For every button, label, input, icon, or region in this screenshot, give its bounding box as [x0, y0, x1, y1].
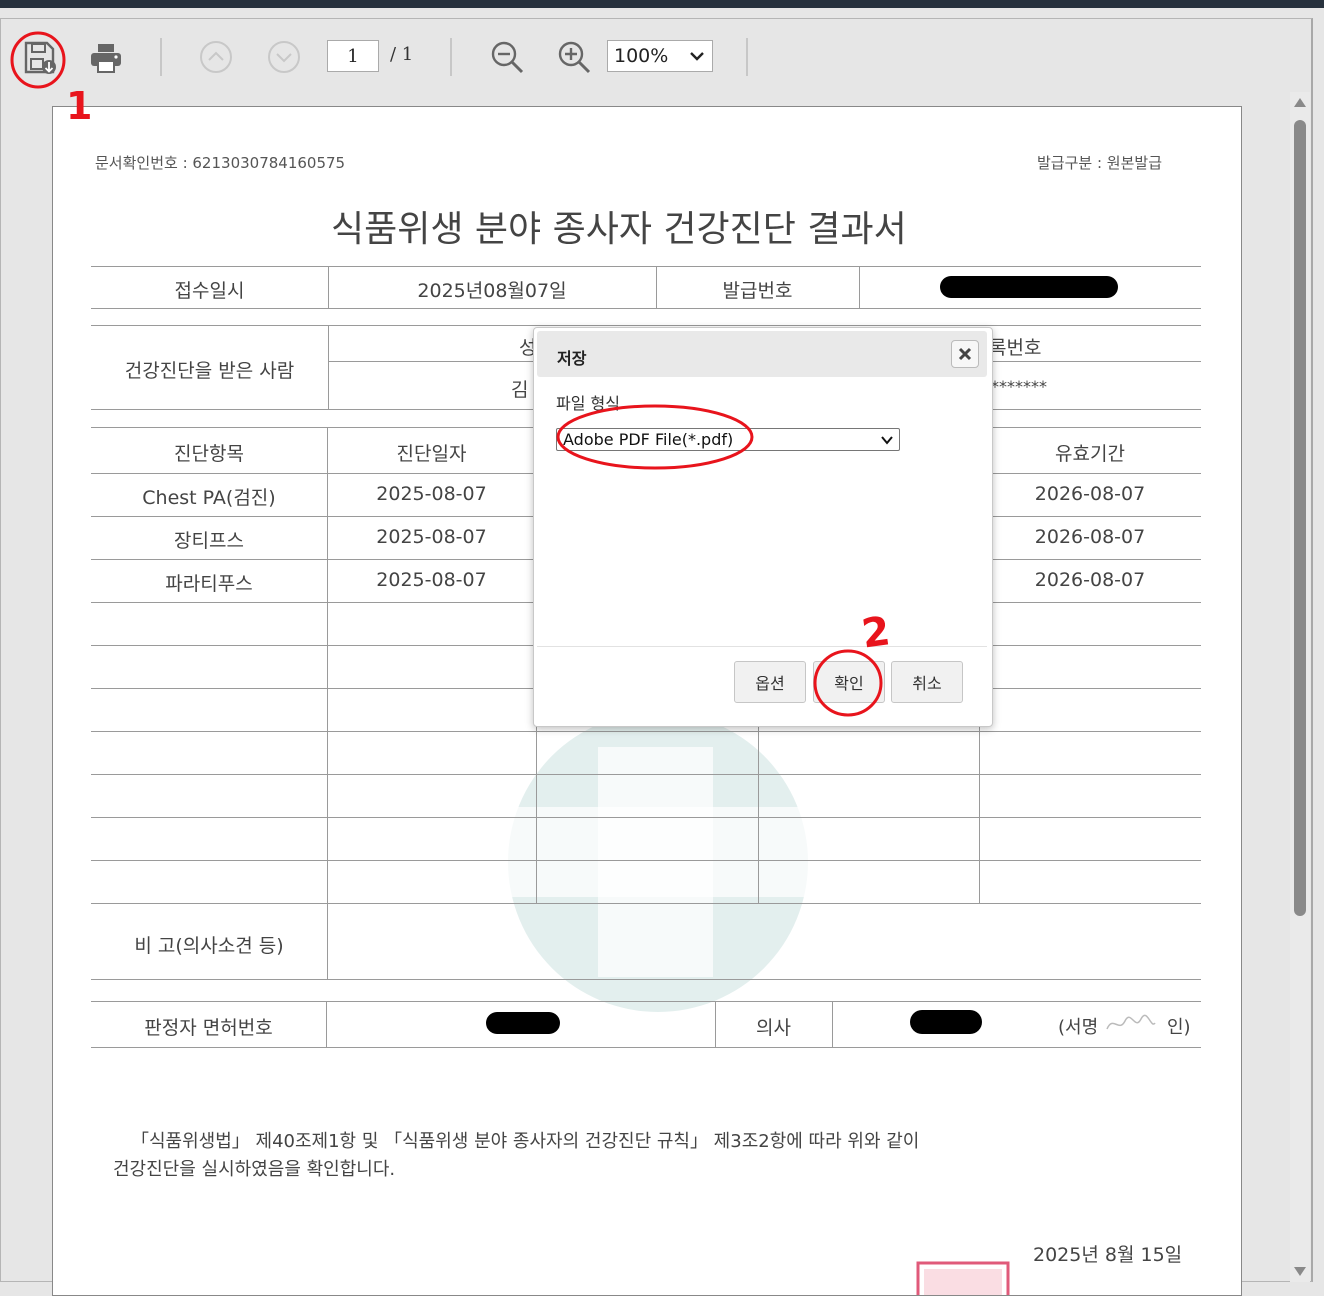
table-line [91, 903, 1201, 904]
scroll-thumb[interactable] [1294, 120, 1306, 916]
scroll-down-arrow-icon[interactable] [1293, 1266, 1307, 1278]
header-expiry: 유효기간 [1055, 443, 1125, 465]
scroll-up-arrow-icon[interactable] [1293, 96, 1307, 108]
table-line [91, 774, 1201, 775]
table-line [91, 860, 1201, 861]
toolbar-separator [450, 38, 452, 76]
table-line [91, 325, 1201, 326]
redaction-mark [940, 276, 1118, 298]
toolbar-separator [746, 38, 748, 76]
zoom-value: 100% [614, 45, 669, 67]
doctor-label: 의사 [756, 1017, 791, 1039]
license-label: 판정자 면허번호 [144, 1017, 273, 1039]
table-cell-expiry: 2026-08-07 [1034, 526, 1146, 548]
zoom-in-icon [558, 41, 591, 74]
table-cell-item: 장티프스 [174, 530, 244, 552]
table-cell-item: Chest PA(검진) [142, 487, 276, 509]
save-button[interactable] [20, 38, 60, 78]
redaction-mark [486, 1012, 560, 1034]
receipt-value: 2025년08월07일 [417, 280, 567, 302]
print-icon [91, 44, 121, 73]
page-number-input[interactable]: 1 [327, 40, 379, 72]
close-icon [958, 347, 972, 361]
statement-line-1: 「식품위생법」 제40조제1항 및 「식품위생 분야 종사자의 건강진단 규칙」… [131, 1131, 920, 1152]
table-cell-date: 2025-08-07 [376, 569, 487, 591]
document-confirm-number: 문서확인번호 : 6213030784160575 [95, 154, 346, 172]
table-line [328, 325, 329, 410]
chevron-down-icon [881, 436, 893, 445]
prev-page-button[interactable] [197, 38, 235, 76]
viewer-toolbar: 1 / 1 100% [2, 20, 1311, 90]
table-cell-date: 2025-08-07 [376, 483, 487, 505]
page-total: / 1 [390, 44, 414, 65]
options-button[interactable]: 옵션 [734, 661, 806, 703]
table-cell-expiry: 2026-08-07 [1034, 483, 1146, 505]
header-item: 진단항목 [174, 443, 244, 465]
remarks-label: 비 고(의사소견 등) [134, 935, 284, 957]
window-top-band [0, 0, 1324, 8]
dialog-title: 저장 [557, 349, 587, 368]
print-button[interactable] [86, 38, 126, 78]
redaction-mark [910, 1010, 982, 1034]
zoom-in-button[interactable] [554, 37, 594, 77]
resident-number-value: ******* [991, 377, 1047, 396]
file-format-select[interactable]: Adobe PDF File(*.pdf) [556, 428, 900, 451]
dialog-header: 저장 [537, 331, 987, 377]
statement-line-2: 건강진단을 실시하였음을 확인합니다. [113, 1159, 396, 1180]
header-date: 진단일자 [396, 443, 467, 465]
sign-suffix: 인) [1167, 1017, 1191, 1038]
dialog-close-button[interactable] [951, 340, 979, 368]
table-line [91, 308, 1201, 309]
signature-mark [1106, 1014, 1156, 1030]
table-line [91, 266, 1201, 267]
zoom-select[interactable]: 100% [607, 40, 713, 72]
file-format-label: 파일 형식 [556, 394, 620, 413]
cancel-button[interactable]: 취소 [891, 661, 963, 703]
resident-number-label: 록번호 [989, 337, 1042, 359]
table-cell-item: 파라티푸스 [165, 573, 253, 595]
issue-date: 2025년 8월 15일 [1033, 1244, 1183, 1266]
chevron-down-icon [690, 52, 704, 61]
dialog-divider [537, 646, 987, 647]
table-line [91, 1001, 1201, 1002]
table-cell-expiry: 2026-08-07 [1034, 569, 1146, 591]
receipt-label: 접수일시 [174, 280, 245, 302]
table-line [327, 903, 328, 980]
sign-prefix: (서명 [1058, 1017, 1099, 1038]
chevron-down-circle-icon [268, 41, 300, 73]
zoom-out-icon [491, 41, 524, 74]
toolbar-separator [160, 38, 162, 76]
table-line [91, 731, 1201, 732]
chevron-up-circle-icon [200, 41, 232, 73]
official-stamp [916, 1261, 1010, 1295]
issue-number-label: 발급번호 [722, 280, 793, 302]
vertical-scrollbar[interactable] [1290, 92, 1310, 1282]
table-line [832, 1001, 833, 1048]
table-line [326, 1001, 327, 1048]
save-dialog: 저장 파일 형식 Adobe PDF File(*.pdf) 옵션 확인 취소 [533, 327, 993, 727]
table-cell-date: 2025-08-07 [376, 526, 487, 548]
next-page-button[interactable] [265, 38, 303, 76]
table-line [91, 1047, 1201, 1048]
person-label: 건강진단을 받은 사람 [124, 360, 295, 382]
file-format-value: Adobe PDF File(*.pdf) [563, 430, 734, 449]
save-download-icon [24, 41, 56, 74]
name-value: 김 [511, 379, 529, 401]
table-line [91, 979, 1201, 980]
confirm-button[interactable]: 확인 [813, 661, 885, 703]
table-line [859, 266, 860, 309]
document-title: 식품위생 분야 종사자 건강진단 결과서 [331, 209, 907, 250]
issue-type: 발급구분 : 원본발급 [1037, 154, 1162, 172]
zoom-out-button[interactable] [487, 37, 527, 77]
table-line [91, 817, 1201, 818]
